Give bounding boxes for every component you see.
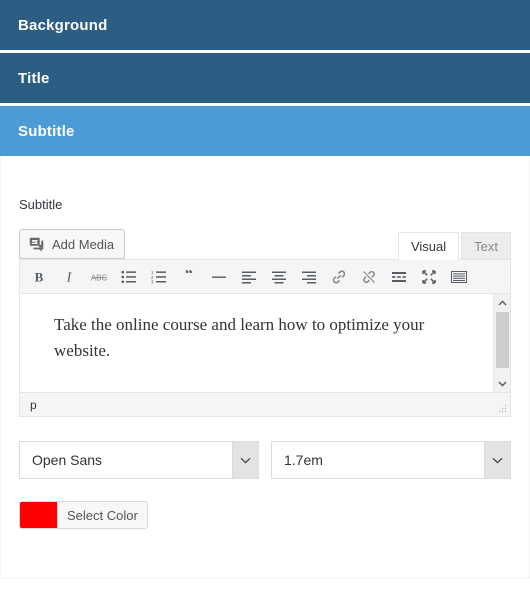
select-color-button[interactable]: Select Color [19,501,148,529]
svg-text:B: B [35,269,44,284]
subtitle-field-label: Subtitle [19,197,63,212]
rich-text-editor: B I ABC 1 2 3 “ Take the online course a… [19,259,511,417]
admin-media-icon [28,235,46,253]
add-media-button[interactable]: Add Media [19,229,126,259]
chevron-down-icon[interactable] [484,442,510,478]
fullscreen-icon[interactable] [414,263,444,291]
tab-visual[interactable]: Visual [397,232,460,260]
bullet-list-icon[interactable] [114,263,144,291]
editor-toolbar: B I ABC 1 2 3 “ [20,260,510,294]
editor-canvas[interactable]: Take the online course and learn how to … [20,294,510,392]
accordion-label-subtitle: Subtitle [18,122,75,140]
tab-text[interactable]: Text [461,232,511,260]
align-right-icon[interactable] [294,263,324,291]
scroll-up-icon[interactable] [494,294,511,311]
numbered-list-icon[interactable]: 1 2 3 [144,263,174,291]
read-more-icon[interactable] [384,263,414,291]
editor-element-path[interactable]: p [30,398,37,412]
italic-icon[interactable]: I [54,263,84,291]
svg-text:I: I [66,270,73,285]
tab-visual-label: Visual [410,239,447,255]
media-and-tabs-row: Add Media Visual Text [19,227,511,260]
accordion-header-subtitle[interactable]: Subtitle [0,106,530,156]
remove-link-icon[interactable] [354,263,384,291]
subtitle-panel-body: Subtitle Add Media Visual Text B I ABC 1… [0,156,530,579]
accordion-header-background[interactable]: Background [0,0,530,50]
editor-scrollbar[interactable] [493,294,510,392]
font-family-select[interactable]: Open Sans [19,441,259,479]
horizontal-rule-icon[interactable] [204,263,234,291]
svg-text:3: 3 [151,279,154,284]
tab-text-label: Text [474,239,498,255]
accordion-label-title: Title [18,69,50,87]
color-swatch[interactable] [20,502,58,528]
svg-text:“: “ [185,270,193,283]
align-center-icon[interactable] [264,263,294,291]
scrollbar-thumb[interactable] [496,312,509,368]
select-color-label: Select Color [58,502,147,528]
font-size-value: 1.7em [284,452,323,468]
toolbar-toggle-icon[interactable] [444,263,474,291]
color-control-row: Select Color [19,501,511,533]
insert-link-icon[interactable] [324,263,354,291]
scroll-down-icon[interactable] [494,375,511,392]
font-family-value: Open Sans [32,452,103,468]
bold-icon[interactable]: B [24,263,54,291]
accordion-header-title[interactable]: Title [0,53,530,103]
blockquote-icon[interactable]: “ [174,263,204,291]
editor-status-bar: p [20,392,510,416]
font-size-select[interactable]: 1.7em [271,441,511,479]
editor-paragraph[interactable]: Take the online course and learn how to … [20,294,510,365]
editor-mode-tabs: Visual Text [397,231,511,260]
settings-accordion: Background Title Subtitle Subtitle Add M… [0,0,530,579]
add-media-label: Add Media [52,236,115,252]
resize-handle-icon[interactable] [497,403,507,413]
strikethrough-icon[interactable]: ABC [84,263,114,291]
subtitle-settings-screen: Background Title Subtitle Subtitle Add M… [0,0,530,594]
chevron-down-icon[interactable] [232,442,258,478]
align-left-icon[interactable] [234,263,264,291]
accordion-label-background: Background [18,16,108,34]
typography-controls: Open Sans 1.7em [19,441,511,479]
